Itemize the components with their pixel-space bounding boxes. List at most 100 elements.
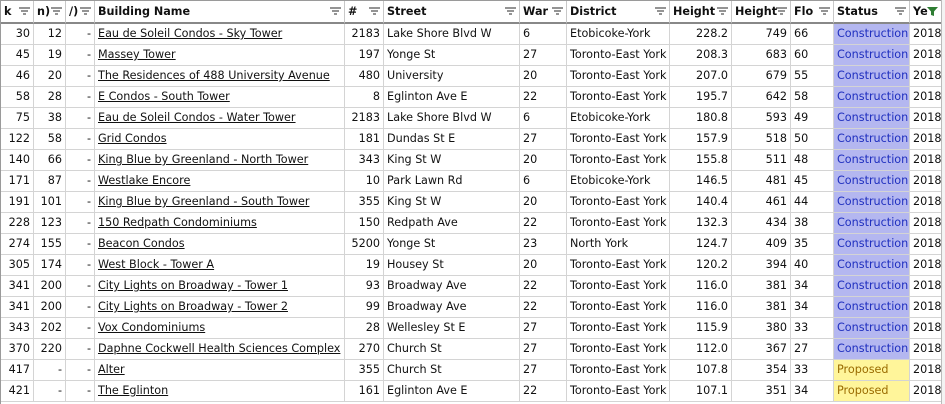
cell-c3[interactable]: - [66, 171, 95, 192]
cell-c3[interactable]: - [66, 150, 95, 171]
cell-status[interactable]: Construction [834, 66, 910, 87]
cell-num[interactable]: 181 [345, 129, 384, 150]
cell-num[interactable]: 197 [345, 45, 384, 66]
cell-ward[interactable]: 27 [520, 318, 567, 339]
cell-floors[interactable]: 35 [791, 234, 834, 255]
cell-hm[interactable]: 207.0 [670, 66, 732, 87]
cell-year[interactable]: 2018 [910, 297, 942, 318]
cell-c2[interactable]: 155 [34, 234, 66, 255]
cell-c2[interactable]: 19 [34, 45, 66, 66]
cell-name[interactable]: 150 Redpath Condominiums [95, 213, 345, 234]
cell-floors[interactable]: 58 [791, 87, 834, 108]
cell-district[interactable]: Toronto-East York [567, 276, 670, 297]
building-name-link[interactable]: The Residences of 488 University Avenue [98, 69, 330, 82]
cell-c1[interactable]: 274 [1, 234, 34, 255]
cell-street[interactable]: Eglinton Ave E [384, 87, 520, 108]
filter-dropdown-icon[interactable] [655, 6, 666, 17]
cell-hf[interactable]: 642 [732, 87, 791, 108]
cell-ward[interactable]: 22 [520, 87, 567, 108]
cell-year[interactable]: 2018 [910, 381, 942, 402]
cell-c1[interactable]: 58 [1, 87, 34, 108]
cell-status[interactable]: Proposed [834, 360, 910, 381]
cell-street[interactable]: Park Lawn Rd [384, 171, 520, 192]
cell-street[interactable]: Housey St [384, 255, 520, 276]
column-header-hm[interactable]: Height [670, 1, 732, 24]
cell-c3[interactable]: - [66, 24, 95, 45]
cell-ward[interactable]: 6 [520, 108, 567, 129]
cell-status[interactable]: Construction [834, 150, 910, 171]
cell-year[interactable]: 2018 [910, 234, 942, 255]
cell-street[interactable]: Broadway Ave [384, 276, 520, 297]
cell-c1[interactable]: 421 [1, 381, 34, 402]
cell-name[interactable]: Grid Condos [95, 129, 345, 150]
cell-year[interactable]: 2018 [910, 108, 942, 129]
column-header-floors[interactable]: Flo [791, 1, 834, 24]
cell-ward[interactable]: 22 [520, 213, 567, 234]
column-header-c2[interactable]: n) [34, 1, 66, 24]
cell-ward[interactable]: 27 [520, 339, 567, 360]
cell-floors[interactable]: 40 [791, 255, 834, 276]
cell-ward[interactable]: 20 [520, 150, 567, 171]
cell-floors[interactable]: 34 [791, 297, 834, 318]
filter-dropdown-icon[interactable] [717, 6, 728, 17]
building-name-link[interactable]: E Condos - South Tower [98, 90, 230, 103]
column-header-num[interactable]: # [345, 1, 384, 24]
cell-c1[interactable]: 417 [1, 360, 34, 381]
filter-dropdown-icon[interactable] [19, 6, 30, 17]
building-name-link[interactable]: Eau de Soleil Condos - Sky Tower [98, 27, 282, 40]
building-name-link[interactable]: The Eglinton [98, 384, 168, 397]
cell-district[interactable]: Toronto-East York [567, 129, 670, 150]
cell-hf[interactable]: 351 [732, 381, 791, 402]
cell-c1[interactable]: 341 [1, 297, 34, 318]
cell-c2[interactable]: 20 [34, 66, 66, 87]
cell-hf[interactable]: 481 [732, 171, 791, 192]
cell-num[interactable]: 161 [345, 381, 384, 402]
cell-floors[interactable]: 55 [791, 66, 834, 87]
cell-c2[interactable]: 220 [34, 339, 66, 360]
cell-name[interactable]: City Lights on Broadway - Tower 1 [95, 276, 345, 297]
cell-district[interactable]: Etobicoke-York [567, 24, 670, 45]
cell-c1[interactable]: 45 [1, 45, 34, 66]
cell-hm[interactable]: 195.7 [670, 87, 732, 108]
cell-num[interactable]: 2183 [345, 24, 384, 45]
column-header-street[interactable]: Street [384, 1, 520, 24]
cell-num[interactable]: 480 [345, 66, 384, 87]
cell-hm[interactable]: 155.8 [670, 150, 732, 171]
filter-dropdown-icon[interactable] [505, 6, 516, 17]
column-header-ward[interactable]: War [520, 1, 567, 24]
cell-c1[interactable]: 122 [1, 129, 34, 150]
cell-floors[interactable]: 44 [791, 192, 834, 213]
cell-num[interactable]: 99 [345, 297, 384, 318]
cell-floors[interactable]: 60 [791, 45, 834, 66]
cell-name[interactable]: Beacon Condos [95, 234, 345, 255]
cell-year[interactable]: 2018 [910, 255, 942, 276]
cell-district[interactable]: North York [567, 234, 670, 255]
cell-name[interactable]: Eau de Soleil Condos - Sky Tower [95, 24, 345, 45]
column-header-c3[interactable]: /) [66, 1, 95, 24]
cell-street[interactable]: Wellesley St E [384, 318, 520, 339]
cell-c2[interactable]: 66 [34, 150, 66, 171]
cell-year[interactable]: 2018 [910, 192, 942, 213]
cell-district[interactable]: Toronto-East York [567, 213, 670, 234]
cell-name[interactable]: Westlake Encore [95, 171, 345, 192]
cell-hf[interactable]: 683 [732, 45, 791, 66]
cell-c1[interactable]: 171 [1, 171, 34, 192]
cell-name[interactable]: King Blue by Greenland - South Tower [95, 192, 345, 213]
cell-hf[interactable]: 518 [732, 129, 791, 150]
cell-status[interactable]: Construction [834, 255, 910, 276]
cell-hm[interactable]: 157.9 [670, 129, 732, 150]
cell-ward[interactable]: 23 [520, 234, 567, 255]
filter-dropdown-icon[interactable] [51, 6, 62, 17]
cell-district[interactable]: Etobicoke-York [567, 108, 670, 129]
cell-status[interactable]: Construction [834, 276, 910, 297]
cell-ward[interactable]: 22 [520, 297, 567, 318]
cell-ward[interactable]: 22 [520, 381, 567, 402]
cell-hm[interactable]: 180.8 [670, 108, 732, 129]
cell-year[interactable]: 2018 [910, 213, 942, 234]
cell-num[interactable]: 10 [345, 171, 384, 192]
cell-hm[interactable]: 124.7 [670, 234, 732, 255]
building-name-link[interactable]: West Block - Tower A [98, 258, 214, 271]
cell-num[interactable]: 5200 [345, 234, 384, 255]
cell-hm[interactable]: 228.2 [670, 24, 732, 45]
cell-c3[interactable]: - [66, 87, 95, 108]
